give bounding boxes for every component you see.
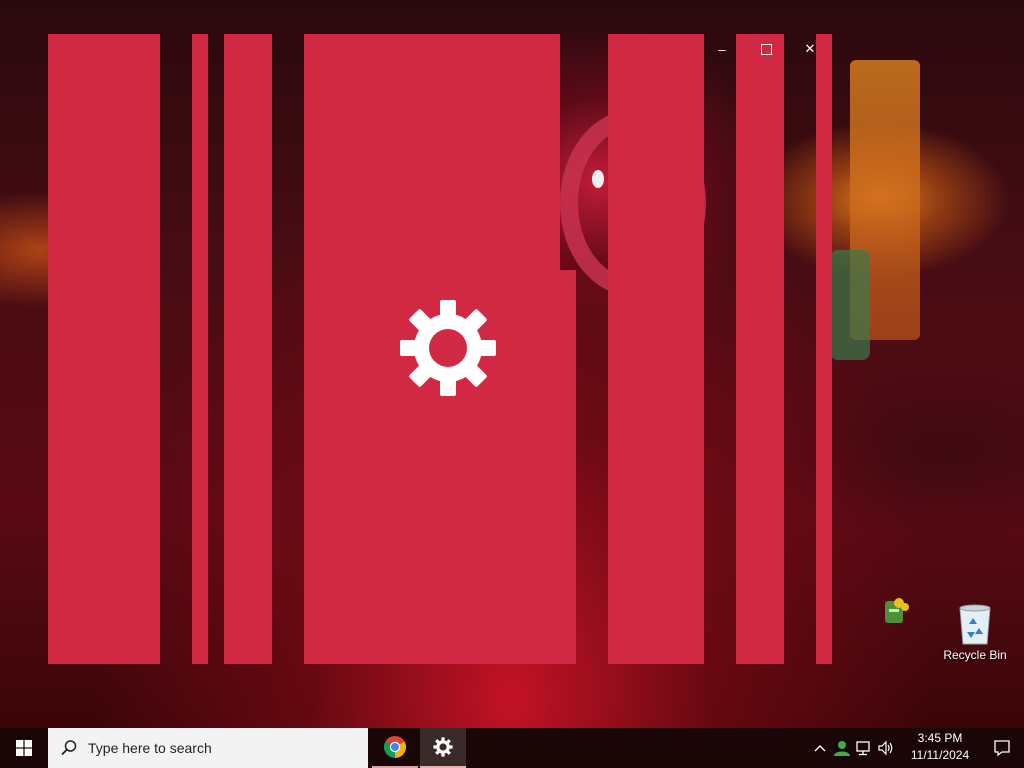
window-controls: – ✕ [700,34,832,64]
minimize-label: – [718,41,726,57]
start-button[interactable] [0,728,48,768]
splash-panel [608,34,704,664]
wallpaper-green-shape [830,250,870,360]
maximize-button[interactable] [744,34,788,64]
volume-icon[interactable] [876,738,896,758]
clock-date: 11/11/2024 [910,748,970,762]
clock[interactable]: 3:45 PM 11/11/2024 [908,730,972,766]
splash-panel [224,34,272,664]
close-button[interactable]: ✕ [788,34,832,64]
people-icon[interactable] [832,738,852,758]
gear-icon [433,737,453,757]
close-label: ✕ [804,41,816,56]
clock-time: 3:45 PM [917,731,963,745]
desktop-shortcut[interactable] [870,595,918,629]
splash-panel [192,34,208,664]
taskbar: Type here to search 3:45 PM 11/11/2024 [0,728,1024,768]
splash-panel [736,34,784,664]
splash-panel [556,270,576,664]
splash-panel [816,34,832,664]
taskbar-settings-button[interactable] [420,728,466,768]
windows-logo-icon [16,740,32,756]
taskbar-chrome-button[interactable] [372,728,418,768]
desktop: – ✕ Recycle Bin [0,0,1024,728]
system-tray: 3:45 PM 11/11/2024 [810,728,1024,768]
recycle-bin-icon [959,604,991,645]
search-icon [61,740,77,756]
action-center-button[interactable] [980,728,1024,768]
chevron-up-icon[interactable] [810,738,830,758]
recycle-bin-label: Recycle Bin [943,648,1007,662]
minimize-button[interactable]: – [700,34,744,64]
recycle-bin-shortcut[interactable]: Recycle Bin [935,602,1015,662]
search-box[interactable]: Type here to search [48,728,368,768]
maximize-icon [760,43,772,55]
action-center-icon [994,740,1010,757]
search-placeholder: Type here to search [88,740,212,756]
app-shortcut-icon [885,598,909,623]
network-icon[interactable] [854,738,874,758]
wallpaper-eye-shape [592,170,604,188]
chrome-icon [383,736,407,758]
splash-panel [48,34,160,664]
gear-icon [400,300,496,396]
